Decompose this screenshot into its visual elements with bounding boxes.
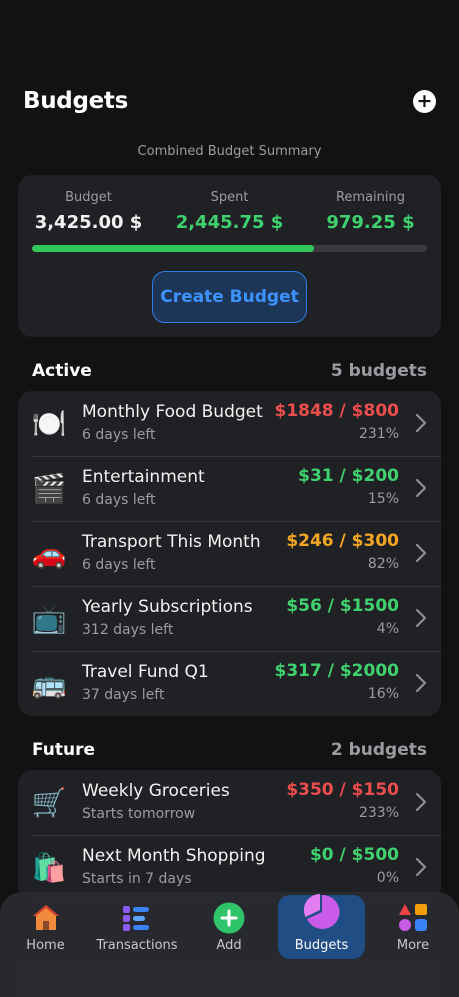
clapperboard-icon: 🎬 [31,472,67,505]
tab-more[interactable]: More [380,892,446,962]
create-budget-button[interactable]: Create Budget [152,271,307,323]
budget-row[interactable]: 🚌 Travel Fund Q1 37 days left $317 / $2000 1… [18,651,441,716]
television-icon: 📺 [31,602,67,635]
budget-amount: $0 / $500 [309,845,399,865]
budget-time-remaining: 6 days left [82,557,156,573]
shopping-cart-icon: 🛒 [31,786,67,819]
budget-name: Yearly Subscriptions [82,597,253,617]
budget-row[interactable]: 🍽️ Monthly Food Budget 6 days left $1848 / … [18,391,441,456]
budget-row[interactable]: 🚗 Transport This Month 6 days left $246 / $… [18,521,441,586]
budget-amount: $31 / $200 [298,466,399,486]
budget-percent: 4% [376,621,399,637]
home-icon [32,905,59,930]
budget-time-remaining: 312 days left [82,622,174,638]
budget-percent: 0% [376,870,399,886]
plus-circle-icon[interactable]: + [413,89,436,113]
page-title: Budgets [23,88,129,114]
bus-icon: 🚌 [31,667,67,700]
budget-row[interactable]: 🛍️ Next Month Shopping Starts in 7 days $0 … [18,835,441,900]
chevron-right-icon [415,792,427,812]
chevron-right-icon [415,413,427,433]
tab-bar: Home Transactions Add Budgets More [0,892,459,997]
budget-amount: $317 / $2000 [274,661,399,681]
budget-time-remaining: 6 days left [82,427,156,443]
budget-label: Budget [65,190,112,205]
tab-budgets-label: Budgets [294,938,349,953]
budget-name: Next Month Shopping [82,846,266,866]
budget-percent: 16% [367,686,399,702]
chevron-right-icon [415,857,427,877]
budget-amount: $56 / $1500 [286,596,399,616]
pie-chart-icon [303,893,339,929]
tab-add[interactable]: Add [196,892,262,962]
budget-percent: 233% [358,805,399,821]
tab-add-label: Add [216,938,242,953]
add-circle-icon [213,902,245,934]
budget-amount: $1848 / $800 [274,401,399,421]
active-budget-list: 🍽️ Monthly Food Budget 6 days left $1848 / … [18,391,441,716]
chevron-right-icon [415,478,427,498]
budget-amount: $350 / $150 [286,780,399,800]
future-section-count: 2 budgets [330,740,427,760]
summary-caption: Combined Budget Summary [137,144,322,159]
spent-column: Spent 2,445.75 $ [159,190,300,233]
future-section-header: Future 2 budgets [32,738,427,762]
budget-row[interactable]: 📺 Yearly Subscriptions 312 days left $56 / … [18,586,441,651]
more-shapes-icon [399,904,427,931]
chevron-right-icon [415,543,427,563]
budget-name: Monthly Food Budget [82,402,263,422]
tab-home-label: Home [26,938,65,953]
budget-percent: 231% [358,426,399,442]
header: Budgets + [23,84,436,118]
tab-budgets[interactable]: Budgets [278,892,365,962]
plate-cutlery-icon: 🍽️ [31,407,67,440]
budget-name: Entertainment [82,467,205,487]
budget-amount: $246 / $300 [286,531,399,551]
active-section-count: 5 budgets [330,361,427,381]
summary-progress-bar [32,245,427,252]
tab-transactions-label: Transactions [96,938,178,953]
budget-time-remaining: 37 days left [82,687,165,703]
budget-time-remaining: Starts tomorrow [82,806,196,822]
budget-name: Travel Fund Q1 [82,662,209,682]
budget-time-remaining: 6 days left [82,492,156,508]
remaining-column: Remaining 979.25 $ [300,190,441,233]
budget-percent: 15% [367,491,399,507]
summary-card: Budget 3,425.00 $ Spent 2,445.75 $ Remai… [18,175,441,337]
future-budget-list: 🛒 Weekly Groceries Starts tomorrow $350 / $… [18,770,441,900]
tab-home[interactable]: Home [12,892,79,962]
chevron-right-icon [415,673,427,693]
remaining-value: 979.25 $ [326,212,415,233]
tab-transactions[interactable]: Transactions [90,892,184,962]
future-section-title: Future [32,740,96,760]
transactions-list-icon [123,906,149,931]
budgets-screen: Budgets + Combined Budget Summary Budget… [0,0,459,997]
chevron-right-icon [415,608,427,628]
remaining-label: Remaining [335,190,406,205]
tab-more-label: More [396,938,430,953]
budget-time-remaining: Starts in 7 days [82,871,192,887]
spent-value: 2,445.75 $ [175,212,284,233]
budget-name: Weekly Groceries [82,781,230,801]
budget-name: Transport This Month [82,532,261,552]
shopping-bags-icon: 🛍️ [31,851,67,884]
active-section-title: Active [32,361,92,381]
car-icon: 🚗 [31,537,67,570]
spent-label: Spent [210,190,249,205]
budget-value: 3,425.00 $ [34,212,143,233]
budget-percent: 82% [367,556,399,572]
budget-column: Budget 3,425.00 $ [18,190,159,233]
budget-row[interactable]: 🎬 Entertainment 6 days left $31 / $200 15% [18,456,441,521]
budget-row[interactable]: 🛒 Weekly Groceries Starts tomorrow $350 / $… [18,770,441,835]
summary-progress-fill [32,245,315,252]
active-section-header: Active 5 budgets [32,359,427,383]
